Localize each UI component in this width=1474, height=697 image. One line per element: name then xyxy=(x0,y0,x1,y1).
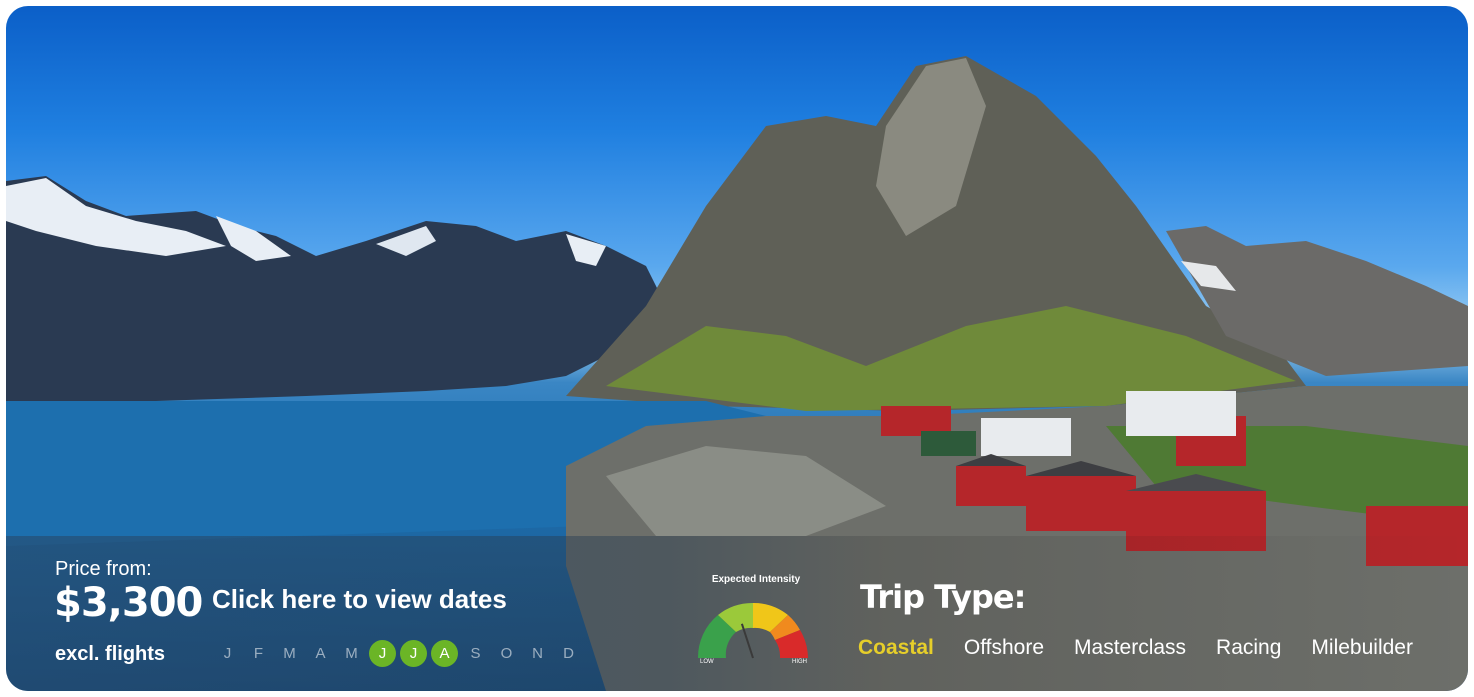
month-5-active: J xyxy=(369,640,396,667)
month-3: A xyxy=(315,645,326,662)
trip-type-masterclass[interactable]: Masterclass xyxy=(1074,636,1186,660)
month-0: J xyxy=(223,645,232,662)
trip-type-milebuilder[interactable]: Milebuilder xyxy=(1311,636,1413,660)
view-dates-link[interactable]: Click here to view dates xyxy=(212,584,507,615)
month-8: S xyxy=(470,645,481,662)
month-7-active: A xyxy=(431,640,458,667)
month-2: M xyxy=(283,645,296,662)
trip-type-racing[interactable]: Racing xyxy=(1216,636,1281,660)
trip-type-title: Trip Type: xyxy=(860,578,1026,616)
price-label: Price from: xyxy=(55,558,152,580)
month-strip: JFMAMJJASOND xyxy=(212,638,584,669)
month-1: F xyxy=(253,645,264,662)
month-9: O xyxy=(500,645,513,662)
trip-type-list: Coastal Offshore Masterclass Racing Milebuil… xyxy=(858,636,1413,660)
price-note: excl. flights xyxy=(55,643,166,665)
month-11: D xyxy=(563,645,574,662)
gauge-high-label: HIGH xyxy=(792,659,807,665)
trip-type-offshore[interactable]: Offshore xyxy=(964,636,1044,660)
trip-type-coastal[interactable]: Coastal xyxy=(858,636,934,660)
price-value: $3,300 xyxy=(54,580,203,626)
month-6-active: J xyxy=(400,640,427,667)
gauge-low-label: LOW xyxy=(700,659,714,665)
month-4: M xyxy=(345,645,358,662)
month-10: N xyxy=(532,645,543,662)
gauge-needle xyxy=(740,623,754,659)
intensity-gauge-icon: LOW HIGH xyxy=(697,602,808,665)
